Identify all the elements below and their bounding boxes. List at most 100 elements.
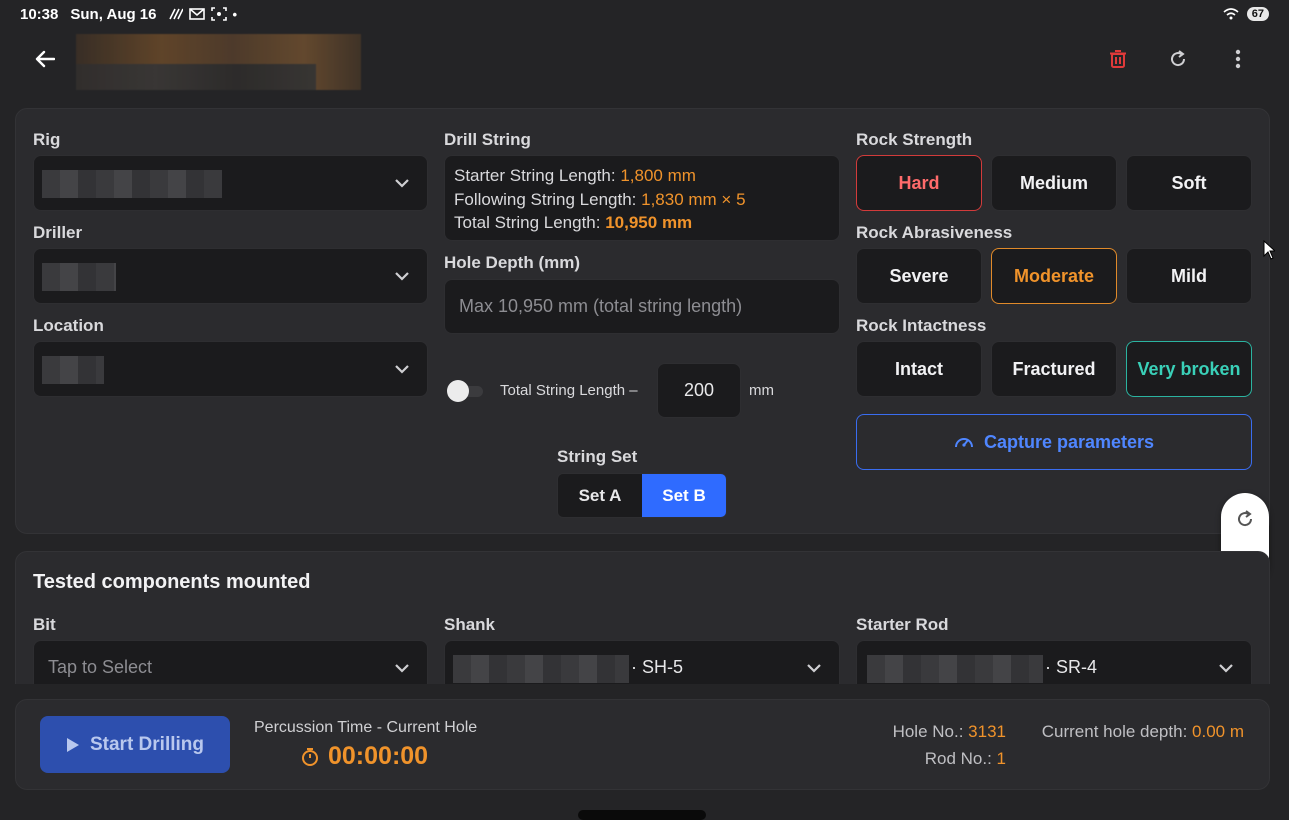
drill-string-summary: Starter String Length: 1,800 mm Followin… xyxy=(444,155,840,241)
more-vertical-icon xyxy=(1235,49,1241,69)
abrasiveness-severe-button[interactable]: Severe xyxy=(856,248,982,304)
location-label: Location xyxy=(33,316,104,335)
rig-dropdown[interactable] xyxy=(33,155,428,211)
shank-label: Shank xyxy=(444,615,496,634)
abrasiveness-mild-button[interactable]: Mild xyxy=(1126,248,1252,304)
status-bar: 10:38 Sun, Aug 16 • 67 xyxy=(0,0,1289,28)
start-drilling-label: Start Drilling xyxy=(89,733,204,755)
delete-button[interactable] xyxy=(1103,44,1133,74)
chevron-down-icon xyxy=(395,365,409,374)
battery-indicator: 67 xyxy=(1246,7,1269,21)
back-button[interactable] xyxy=(30,44,60,74)
play-icon xyxy=(66,737,79,752)
stopwatch-icon xyxy=(302,747,318,766)
more-menu-button[interactable] xyxy=(1223,44,1253,74)
rod-number-value: 1 xyxy=(996,749,1006,768)
chevron-down-icon xyxy=(395,272,409,281)
bit-label: Bit xyxy=(33,615,56,634)
components-title: Tested components mounted xyxy=(33,571,311,593)
location-value-redacted xyxy=(42,356,104,384)
screenshot-icon xyxy=(210,7,227,21)
refresh-icon xyxy=(1171,50,1186,67)
status-time: 10:38 xyxy=(20,5,59,23)
arrow-left-icon xyxy=(35,50,55,68)
hole-depth-label: Hole Depth (mm) xyxy=(444,253,580,272)
offset-input[interactable]: 200 xyxy=(657,363,741,418)
floating-refresh-button[interactable] xyxy=(1233,507,1257,531)
capture-parameters-label: Capture parameters xyxy=(983,431,1155,452)
signal-icon xyxy=(168,8,183,20)
current-hole-depth: Current hole depth: 0.00 m xyxy=(1042,722,1244,742)
app-bar xyxy=(0,30,1289,90)
chevron-down-icon xyxy=(395,664,409,673)
strength-medium-button[interactable]: Medium xyxy=(991,155,1117,211)
rod-number: Rod No.: 1 xyxy=(925,749,1006,769)
driller-dropdown[interactable] xyxy=(33,248,428,304)
starter-string-value: 1,800 mm xyxy=(620,166,696,185)
shank-value-redacted xyxy=(453,655,629,683)
following-string-label: Following String Length: xyxy=(454,189,642,209)
drill-string-label: Drill String xyxy=(444,130,531,149)
timer-value: 00:00:00 xyxy=(328,742,429,770)
following-string-line: Following String Length: 1,830 mm × 5 xyxy=(454,188,830,212)
refresh-button[interactable] xyxy=(1163,44,1193,74)
capture-parameters-button[interactable]: Capture parameters xyxy=(856,414,1252,470)
refresh-icon xyxy=(1238,510,1253,527)
toggle-label: Total String Length – xyxy=(500,382,638,399)
total-string-toggle[interactable] xyxy=(447,380,483,402)
driller-value-redacted xyxy=(42,263,116,291)
hole-depth-input[interactable]: Max 10,950 mm (total string length) xyxy=(444,279,840,334)
following-string-value: 1,830 mm × 5 xyxy=(641,189,746,209)
rig-label: Rig xyxy=(33,130,61,149)
rock-strength-label: Rock Strength xyxy=(856,130,973,149)
abrasiveness-moderate-button[interactable]: Moderate xyxy=(991,248,1117,304)
chevron-down-icon xyxy=(807,664,821,673)
bit-placeholder: Tap to Select xyxy=(48,657,153,677)
string-set-toggle: Set A Set B xyxy=(557,473,727,518)
hole-number-label: Hole No.: xyxy=(892,722,969,741)
percussion-timer: 00:00:00 xyxy=(300,742,428,771)
intactness-very-broken-button[interactable]: Very broken xyxy=(1126,341,1252,397)
set-a-button[interactable]: Set A xyxy=(558,474,642,517)
speedometer-icon xyxy=(954,438,973,448)
chevron-down-icon xyxy=(1219,664,1233,673)
page-title-redacted xyxy=(76,34,361,90)
trash-icon xyxy=(1110,50,1126,68)
starter-string-line: Starter String Length: 1,800 mm xyxy=(454,164,830,188)
rock-intactness-label: Rock Intactness xyxy=(856,316,987,335)
total-string-line: Total String Length: 10,950 mm xyxy=(454,211,830,235)
notification-icons: • xyxy=(168,6,238,22)
status-date: Sun, Aug 16 xyxy=(70,5,157,23)
current-hole-depth-label: Current hole depth: xyxy=(1041,722,1193,741)
rig-value-redacted xyxy=(42,170,222,198)
rod-number-label: Rod No.: xyxy=(924,749,997,768)
start-drilling-button[interactable]: Start Drilling xyxy=(40,716,230,773)
chevron-down-icon xyxy=(395,179,409,188)
strength-soft-button[interactable]: Soft xyxy=(1126,155,1252,211)
total-string-label: Total String Length: xyxy=(454,213,606,232)
current-hole-depth-value: 0.00 m xyxy=(1192,722,1244,741)
rock-abrasiveness-label: Rock Abrasiveness xyxy=(856,223,1013,242)
shank-value: · SH-5 xyxy=(631,657,684,677)
driller-label: Driller xyxy=(33,223,83,242)
starter-string-label: Starter String Length: xyxy=(454,166,621,185)
intactness-fractured-button[interactable]: Fractured xyxy=(991,341,1117,397)
mouse-cursor-icon xyxy=(1263,240,1275,260)
starter-rod-value: · SR-4 xyxy=(1045,657,1098,677)
set-b-button[interactable]: Set B xyxy=(642,474,726,517)
dot-icon: • xyxy=(232,6,238,22)
intactness-intact-button[interactable]: Intact xyxy=(856,341,982,397)
home-indicator[interactable] xyxy=(578,810,706,820)
toggle-knob xyxy=(447,380,469,402)
location-dropdown[interactable] xyxy=(33,341,428,397)
hole-number: Hole No.: 3131 xyxy=(893,722,1006,742)
mail-icon xyxy=(188,8,205,20)
starter-rod-value-redacted xyxy=(867,655,1043,683)
strength-hard-button[interactable]: Hard xyxy=(856,155,982,211)
hole-number-value: 3131 xyxy=(968,722,1006,741)
percussion-time-label: Percussion Time - Current Hole xyxy=(254,719,478,736)
starter-rod-label: Starter Rod xyxy=(856,615,949,634)
total-string-value: 10,950 mm xyxy=(605,213,693,232)
string-set-label: String Set xyxy=(557,447,638,466)
offset-unit: mm xyxy=(749,382,774,399)
